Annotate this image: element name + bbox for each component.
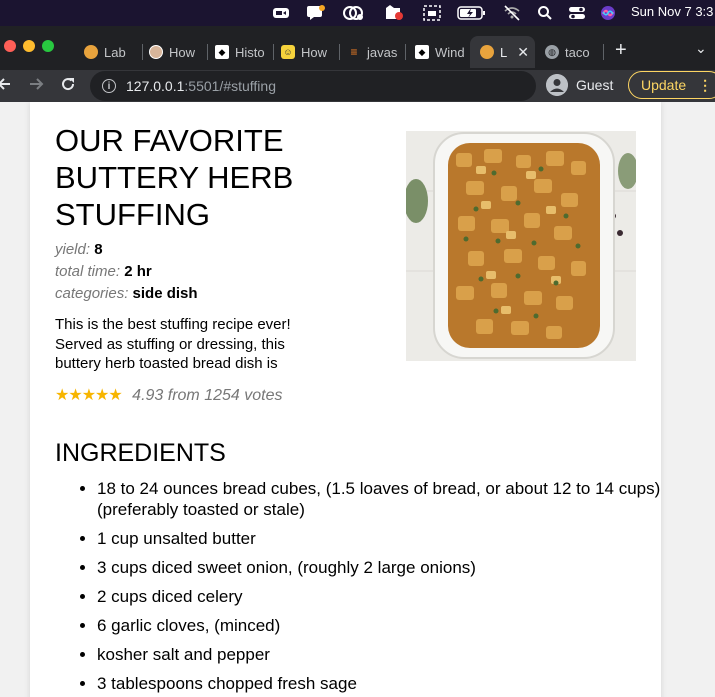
ingredient-item: 3 cups diced sweet onion, (roughly 2 lar…	[97, 557, 667, 578]
recipe-card: OUR FAVORITE BUTTERY HERB STUFFING yield…	[30, 102, 661, 697]
ingredient-item: kosher salt and pepper	[97, 644, 667, 665]
tab-label: L	[500, 44, 508, 60]
stack-overflow-icon: ≡	[350, 45, 358, 59]
reload-button[interactable]	[60, 76, 76, 98]
update-label: Update	[641, 77, 687, 93]
orange-cookie-icon	[480, 45, 494, 59]
page-viewport: OUR FAVORITE BUTTERY HERB STUFFING yield…	[0, 102, 715, 697]
update-button[interactable]: Update ⋮	[628, 71, 715, 99]
control-center-icon[interactable]	[568, 4, 586, 22]
zoom-window-button[interactable]	[42, 40, 54, 52]
recipe-yield: yield: 8	[55, 241, 103, 258]
minimize-window-button[interactable]	[23, 40, 35, 52]
recipe-total-time: total time: 2 hr	[55, 263, 152, 280]
ingredients-list: 18 to 24 ounces bread cubes, (1.5 loaves…	[72, 478, 667, 697]
person-avatar-icon	[149, 45, 163, 59]
video-camera-icon[interactable]	[272, 4, 290, 22]
tab-label: How	[301, 44, 328, 60]
tab-divider	[603, 44, 604, 60]
siri-icon[interactable]	[600, 4, 616, 22]
yellow-smiley-icon: ☺	[281, 45, 295, 59]
tab-label: taco	[565, 44, 590, 60]
browser-toolbar: i 127.0.0.1:5501/#stuffing Guest Update …	[0, 70, 715, 102]
recipe-categories: categories: side dish	[55, 285, 198, 302]
rating-text: 4.93 from 1254 votes	[132, 387, 283, 404]
ingredient-item: 3 tablespoons chopped fresh sage	[97, 673, 667, 694]
url-path: :5501/#stuffing	[184, 78, 276, 94]
wifi-off-icon[interactable]	[503, 4, 521, 22]
tab-label: javas	[367, 44, 397, 60]
back-button[interactable]	[0, 76, 12, 98]
creative-cloud-icon[interactable]	[342, 4, 364, 22]
browser-tab-strip: Lab How ◆ Histo ☺ How ≡ javas ◆ Wind L ✕…	[0, 26, 715, 70]
browser-tab[interactable]: Lab	[84, 36, 142, 68]
macos-menu-bar: Sun Nov 7 3:3	[0, 0, 715, 26]
black-bird-icon: ◆	[215, 45, 229, 59]
ingredient-item: 1 cup unsalted butter	[97, 528, 667, 549]
site-info-icon[interactable]: i	[102, 79, 116, 93]
total-time-value: 2 hr	[124, 263, 152, 280]
url-host: 127.0.0.1	[126, 78, 185, 94]
black-bird-icon: ◆	[415, 45, 429, 59]
yield-value: 8	[94, 241, 103, 258]
close-window-button[interactable]	[4, 40, 16, 52]
forward-button[interactable]	[28, 76, 44, 98]
recipe-description: This is the best stuffing recipe ever! S…	[55, 316, 291, 372]
categories-value: side dish	[132, 285, 198, 302]
search-icon[interactable]	[537, 4, 553, 22]
tab-label: Histo	[235, 44, 265, 60]
ingredient-item: 18 to 24 ounces bread cubes, (1.5 loaves…	[97, 478, 667, 520]
close-tab-icon[interactable]: ✕	[517, 44, 529, 61]
yield-label: yield:	[55, 241, 91, 258]
tab-label: Wind	[435, 44, 465, 60]
browser-tab[interactable]: ◆ Histo	[215, 36, 265, 68]
screen-recorder-icon[interactable]	[384, 4, 404, 22]
star-rating-icon: ★★★★★	[55, 387, 123, 404]
battery-icon[interactable]	[457, 4, 487, 22]
tab-label: How	[169, 44, 196, 60]
ingredient-item: 6 garlic cloves, (minced)	[97, 615, 667, 636]
menu-bar-clock[interactable]: Sun Nov 7 3:3	[631, 4, 713, 19]
browser-tab[interactable]: ◍ taco	[545, 36, 600, 68]
tab-label: Lab	[104, 44, 126, 60]
profile-label: Guest	[576, 77, 614, 93]
total-time-label: total time:	[55, 263, 121, 280]
guest-avatar-icon	[546, 74, 568, 96]
tab-divider	[142, 44, 143, 60]
browser-tab[interactable]: ◆ Wind	[415, 36, 465, 68]
more-options-icon[interactable]: ⋮	[698, 77, 712, 94]
chevron-down-icon[interactable]: ⌄	[695, 40, 707, 57]
tab-divider	[273, 44, 274, 60]
orange-cookie-icon	[84, 45, 98, 59]
tab-divider	[405, 44, 406, 60]
ingredient-item: 2 cups diced celery	[97, 586, 667, 607]
categories-label: categories:	[55, 285, 129, 302]
globe-icon: ◍	[545, 45, 559, 59]
browser-tab-active[interactable]: L ✕	[470, 36, 535, 68]
screenshot-icon[interactable]	[423, 4, 441, 22]
notification-icon[interactable]	[306, 4, 326, 22]
new-tab-button[interactable]: +	[615, 40, 627, 60]
recipe-title: OUR FAVORITE BUTTERY HERB STUFFING	[55, 123, 294, 232]
recipe-rating: ★★★★★ 4.93 from 1254 votes	[55, 385, 282, 405]
browser-tab[interactable]: ≡ javas	[347, 36, 397, 68]
browser-tab[interactable]: How	[149, 36, 200, 68]
ingredients-heading: INGREDIENTS	[55, 439, 226, 467]
tab-divider	[207, 44, 208, 60]
address-bar[interactable]: i 127.0.0.1:5501/#stuffing	[90, 71, 536, 101]
profile-button[interactable]: Guest	[546, 74, 613, 96]
browser-tab[interactable]: ☺ How	[281, 36, 333, 68]
stuffing-photo	[406, 131, 636, 361]
tab-divider	[339, 44, 340, 60]
